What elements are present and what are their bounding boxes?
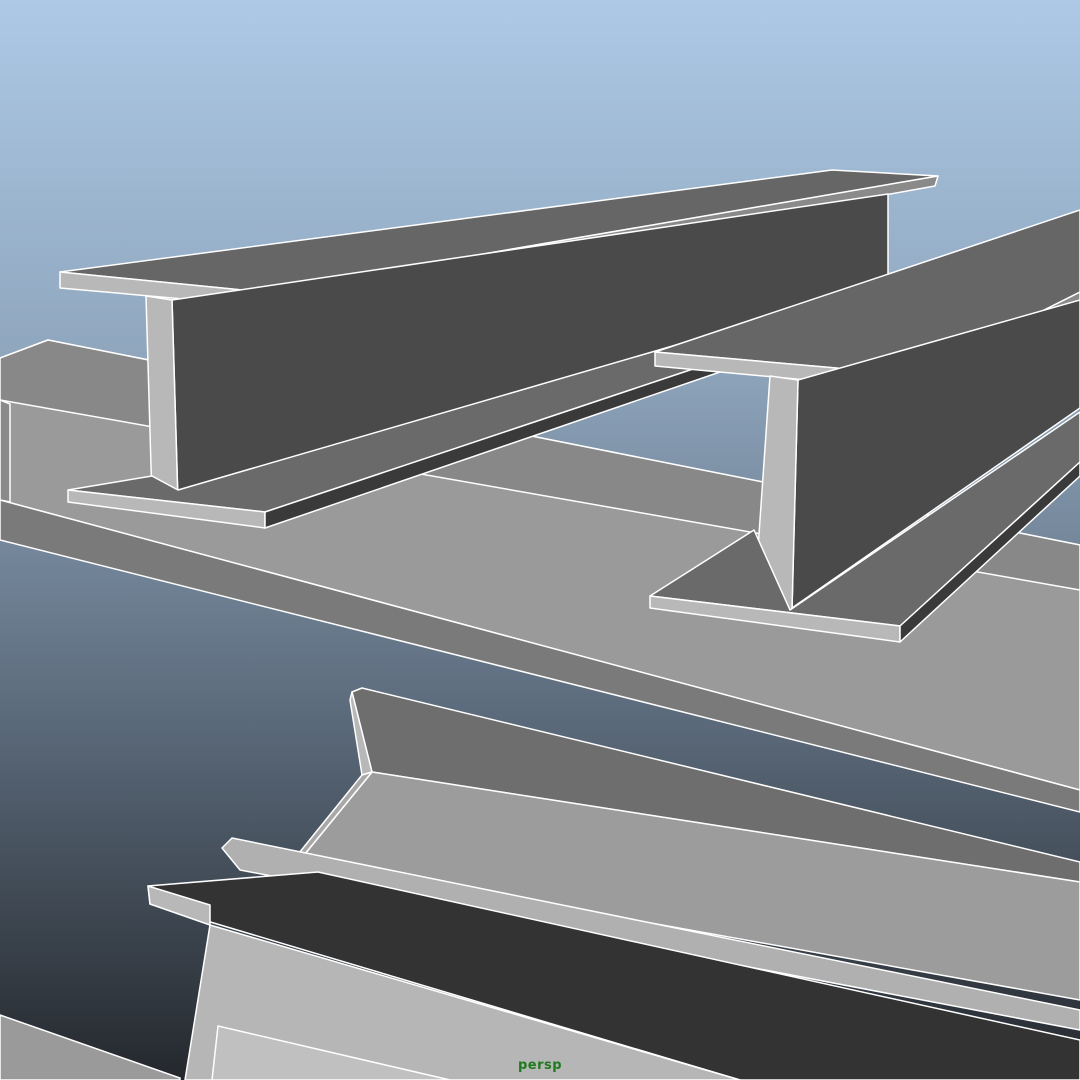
camera-name-label: persp: [517, 1058, 563, 1073]
maya-perspective-viewport[interactable]: persp: [0, 0, 1080, 1080]
floor-plate-left-side: [0, 399, 11, 503]
3d-scene[interactable]: [0, 0, 1080, 1080]
i-beam-left-web-front: [145, 295, 179, 503]
